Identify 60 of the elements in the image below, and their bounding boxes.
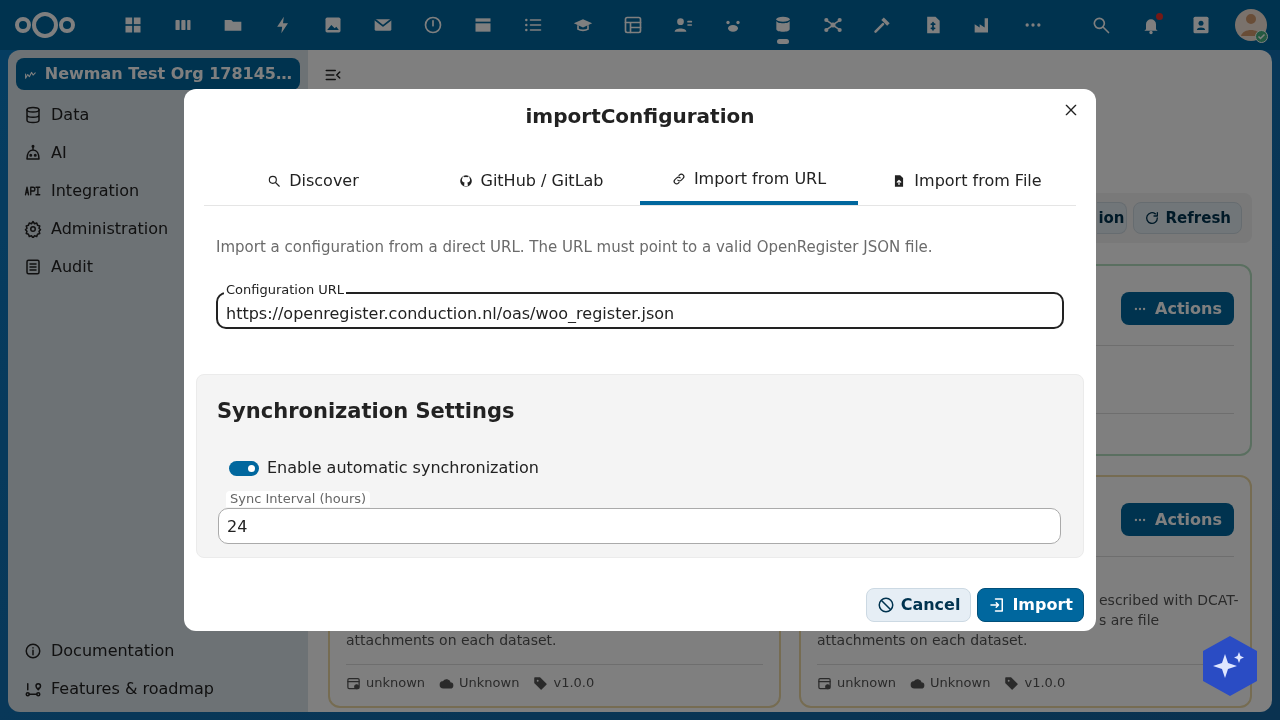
logo-icon[interactable] xyxy=(14,10,76,40)
link-icon xyxy=(671,171,686,186)
gear-icon xyxy=(24,220,42,238)
sidebar-item[interactable]: Data xyxy=(16,96,300,134)
search-icon xyxy=(267,173,282,188)
import-button[interactable]: Import xyxy=(977,587,1084,622)
cancel-icon xyxy=(876,595,895,614)
tag-icon xyxy=(533,675,549,691)
github-icon xyxy=(458,173,473,188)
tab[interactable]: GitHub / GitLab xyxy=(422,160,640,205)
search-icon[interactable] xyxy=(1091,15,1111,35)
card-description: s are file xyxy=(1099,611,1160,630)
sidebar-item[interactable]: Documentation xyxy=(16,632,300,670)
actions-button[interactable]: Actions xyxy=(1121,292,1234,325)
database-icon[interactable] xyxy=(773,15,793,35)
image-icon[interactable] xyxy=(323,15,343,35)
network-icon[interactable] xyxy=(823,15,843,35)
card-meta: Unknown xyxy=(459,674,520,693)
actions-button[interactable]: Actions xyxy=(1121,503,1234,536)
toolbar-button[interactable]: Refresh xyxy=(1132,202,1242,234)
cancel-button[interactable]: Cancel xyxy=(865,587,972,622)
clock-icon[interactable] xyxy=(423,15,443,35)
card-meta: v1.0.0 xyxy=(553,674,595,693)
section-heading: Synchronization Settings xyxy=(217,397,516,425)
close-icon xyxy=(1063,102,1079,118)
field-label: Sync Interval (hours) xyxy=(226,491,371,507)
spreadsheet-icon[interactable] xyxy=(623,15,643,35)
tab[interactable]: Import from URL xyxy=(640,160,858,205)
sidebar-item[interactable]: Features & roadmap xyxy=(16,670,300,708)
sparkle-button[interactable] xyxy=(1203,636,1257,696)
refresh-icon xyxy=(1143,210,1160,226)
card-meta: unknown xyxy=(366,674,426,693)
card-description: attachments on each dataset. xyxy=(346,631,557,650)
dialog-title: importConfiguration xyxy=(525,103,755,130)
description: Import a configuration from a direct URL. The URL must point to a valid OpenRegister JSON file. xyxy=(216,237,934,258)
toggle-label: Enable automatic synchronization xyxy=(267,457,539,479)
robot-icon xyxy=(24,144,42,162)
toolbar-button[interactable]: ion xyxy=(1097,202,1127,234)
dashboard-icon[interactable] xyxy=(123,15,143,35)
active-indicator xyxy=(777,39,789,44)
contacts-menu-icon[interactable] xyxy=(1191,15,1211,35)
field-label: Configuration URL xyxy=(224,281,347,298)
server-icon xyxy=(817,675,832,691)
server-icon xyxy=(346,675,361,691)
info-icon xyxy=(24,642,42,660)
card-meta: v1.0.0 xyxy=(1024,674,1066,693)
card-meta: Unknown xyxy=(930,674,991,693)
tag-icon xyxy=(1004,675,1020,691)
organization-button[interactable]: Newman Test Org 178145… xyxy=(16,58,300,90)
database-icon xyxy=(24,106,42,124)
toggle-switch[interactable] xyxy=(229,460,259,476)
contacts-icon[interactable] xyxy=(673,15,693,35)
interval-field[interactable]: 24 xyxy=(218,508,1061,544)
roadmap-icon xyxy=(24,680,42,698)
card-description: escribed with DCAT- xyxy=(1099,591,1239,610)
archive-icon[interactable] xyxy=(473,15,493,35)
card-meta: unknown xyxy=(837,674,897,693)
card-description: attachments on each dataset. xyxy=(817,631,1028,650)
document-icon xyxy=(24,258,42,276)
tab[interactable]: Import from File xyxy=(858,160,1076,205)
